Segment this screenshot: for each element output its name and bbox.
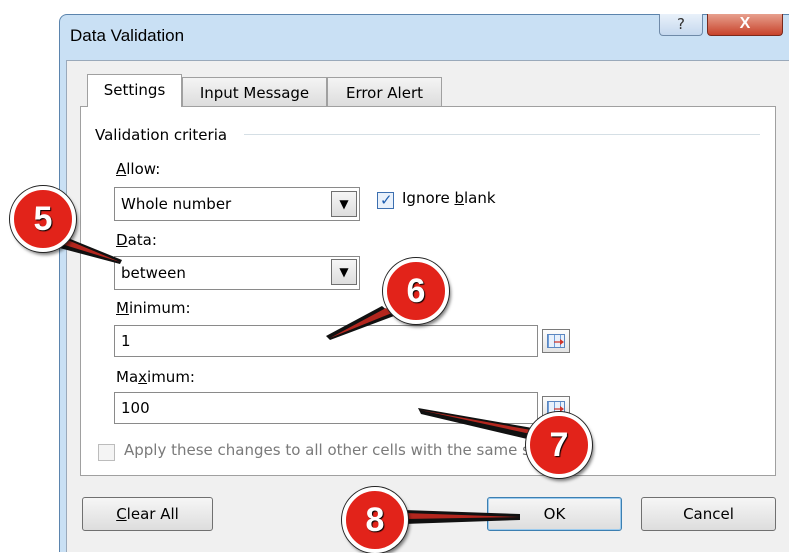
callout-7: 7: [526, 412, 592, 478]
pointer-6-highlight: [330, 308, 392, 338]
pointer-7-highlight: [420, 410, 542, 436]
callout-6: 6: [383, 258, 449, 324]
callout-5: 5: [10, 186, 76, 252]
callout-8: 8: [342, 487, 408, 553]
